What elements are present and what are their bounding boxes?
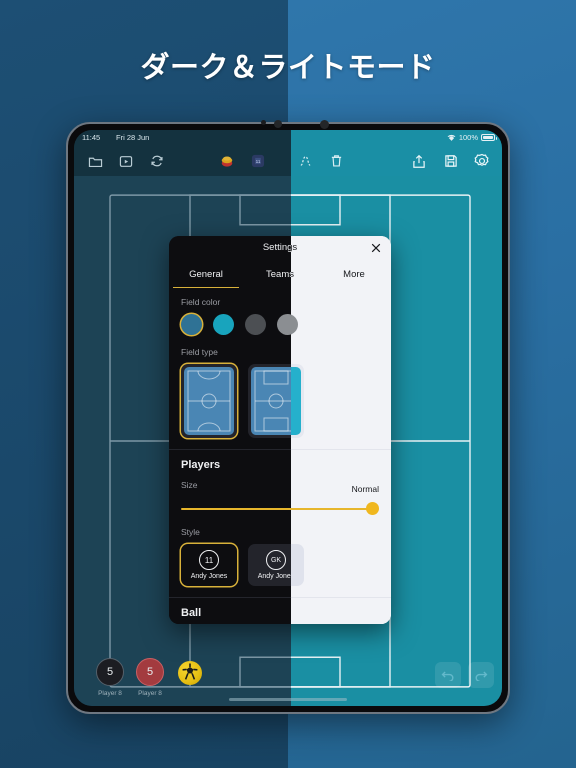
share-icon[interactable] bbox=[410, 152, 428, 170]
undo-redo-group bbox=[435, 662, 494, 688]
players-heading: Players bbox=[181, 459, 221, 471]
status-bar: 11:45 Fri 28 Jun 100% bbox=[74, 130, 502, 145]
dialog-titlebar: Settings bbox=[291, 236, 391, 260]
avatar: 11 bbox=[199, 550, 219, 570]
undo-icon[interactable] bbox=[435, 662, 461, 688]
slider-track bbox=[181, 508, 291, 510]
status-date: Fri 28 Jun bbox=[116, 133, 150, 142]
size-slider[interactable]: Normal bbox=[181, 497, 291, 527]
player-token[interactable]: 5 bbox=[136, 658, 164, 686]
status-indicators: 100% bbox=[447, 133, 497, 142]
color-swatch[interactable] bbox=[291, 314, 298, 335]
avatar: GK bbox=[266, 550, 286, 570]
player-style-options: 11 Andy Jones GK Andy Jones bbox=[291, 544, 379, 586]
style-label: Style bbox=[291, 527, 379, 537]
app-toolbar: 11 bbox=[74, 145, 502, 176]
field-type-label: Field type bbox=[181, 347, 218, 357]
ball-heading: Ball bbox=[181, 607, 202, 619]
close-icon[interactable] bbox=[370, 241, 382, 253]
players-heading: Players bbox=[291, 459, 379, 471]
player-token[interactable]: 5 bbox=[96, 658, 124, 686]
field-color-label: Field color bbox=[291, 297, 379, 307]
size-label: Size bbox=[181, 480, 198, 490]
style-option[interactable]: GK Andy Jones bbox=[291, 544, 304, 586]
player-token-label: Player 8 bbox=[98, 690, 122, 697]
section-ball: Ball bbox=[291, 597, 391, 624]
size-slider[interactable]: Normal bbox=[291, 484, 379, 527]
svg-text:11: 11 bbox=[256, 159, 261, 164]
field-type-options bbox=[291, 364, 379, 438]
section-players: Players Size Normal Style bbox=[169, 449, 291, 597]
sensor-dot bbox=[261, 120, 266, 125]
path-icon[interactable] bbox=[296, 152, 314, 170]
section-players: Players Size Normal Style bbox=[291, 449, 391, 597]
trash-icon[interactable] bbox=[327, 152, 345, 170]
tablet-screen: Player 1 11:45 Fri 28 Jun 100% bbox=[74, 130, 502, 706]
color-swatch[interactable] bbox=[181, 314, 202, 335]
wifi-icon bbox=[447, 134, 456, 141]
slider-knob[interactable] bbox=[366, 502, 379, 515]
settings-dialog-dark-half: Settings General Teams More bbox=[169, 236, 291, 624]
redo-icon[interactable] bbox=[468, 662, 494, 688]
dialog-content[interactable]: Field color Field type bbox=[169, 288, 291, 624]
color-swatch[interactable] bbox=[213, 314, 234, 335]
field-type-option[interactable] bbox=[248, 364, 291, 438]
settings-dialog: Settings General Teams More bbox=[169, 236, 391, 624]
player-token-label: Player 8 bbox=[138, 690, 162, 697]
field-type-option[interactable] bbox=[181, 364, 237, 438]
size-value: Normal bbox=[351, 484, 379, 494]
camera-lens bbox=[320, 120, 329, 129]
ball-heading: Ball bbox=[291, 607, 379, 619]
style-label: Style bbox=[181, 527, 200, 537]
field-color-swatches bbox=[291, 314, 379, 335]
status-bar-dark bbox=[74, 130, 291, 145]
settings-gear-icon[interactable] bbox=[473, 152, 491, 170]
video-icon[interactable] bbox=[117, 152, 135, 170]
page-title: ダーク＆ライトモード bbox=[140, 52, 436, 84]
section-ball: Ball bbox=[169, 597, 291, 624]
status-time: 11:45 bbox=[82, 133, 101, 142]
dialog-tabs: General Teams More bbox=[169, 260, 291, 288]
home-indicator bbox=[229, 698, 347, 701]
style-name: Andy Jones bbox=[257, 573, 291, 580]
dialog-titlebar: Settings bbox=[169, 236, 291, 260]
dialog-tabs: General Teams More bbox=[291, 260, 391, 288]
field-type-option[interactable] bbox=[291, 364, 304, 438]
style-option[interactable]: GK Andy Jones bbox=[248, 544, 291, 586]
save-icon[interactable] bbox=[442, 152, 460, 170]
color-swatch[interactable] bbox=[245, 314, 266, 335]
jersey-icon[interactable]: 11 bbox=[249, 152, 267, 170]
style-option[interactable]: 11 Andy Jones bbox=[181, 544, 237, 586]
folder-icon[interactable] bbox=[86, 152, 104, 170]
tab-more[interactable]: More bbox=[317, 260, 391, 288]
tab-teams[interactable]: Teams bbox=[291, 260, 317, 288]
style-name: Andy Jones bbox=[190, 573, 228, 580]
field-color-swatches bbox=[181, 314, 291, 335]
section-field: Field color Field type bbox=[291, 288, 391, 449]
field-type-options bbox=[181, 364, 291, 438]
dialog-content[interactable]: Field color Field type bbox=[291, 288, 391, 624]
battery-icon bbox=[481, 134, 497, 141]
battery-percent: 100% bbox=[458, 133, 478, 142]
section-field: Field color Field type bbox=[169, 288, 291, 449]
tab-teams[interactable]: Teams bbox=[243, 260, 291, 288]
settings-dialog-light-half: Settings General Teams More bbox=[291, 236, 391, 624]
soccer-ball-icon[interactable] bbox=[178, 661, 202, 685]
camera-dot bbox=[274, 120, 282, 128]
color-swatch[interactable] bbox=[277, 314, 291, 335]
tablet-device: Player 1 11:45 Fri 28 Jun 100% bbox=[66, 120, 510, 714]
refresh-icon[interactable] bbox=[148, 152, 166, 170]
field-color-label: Field color bbox=[181, 297, 221, 307]
dialog-title: Settings bbox=[262, 242, 291, 253]
field-type-label: Field type bbox=[291, 347, 379, 357]
palette-icon[interactable] bbox=[218, 152, 236, 170]
player-style-options: 11 Andy Jones GK Andy Jones bbox=[181, 544, 291, 586]
tab-general[interactable]: General bbox=[169, 260, 243, 288]
